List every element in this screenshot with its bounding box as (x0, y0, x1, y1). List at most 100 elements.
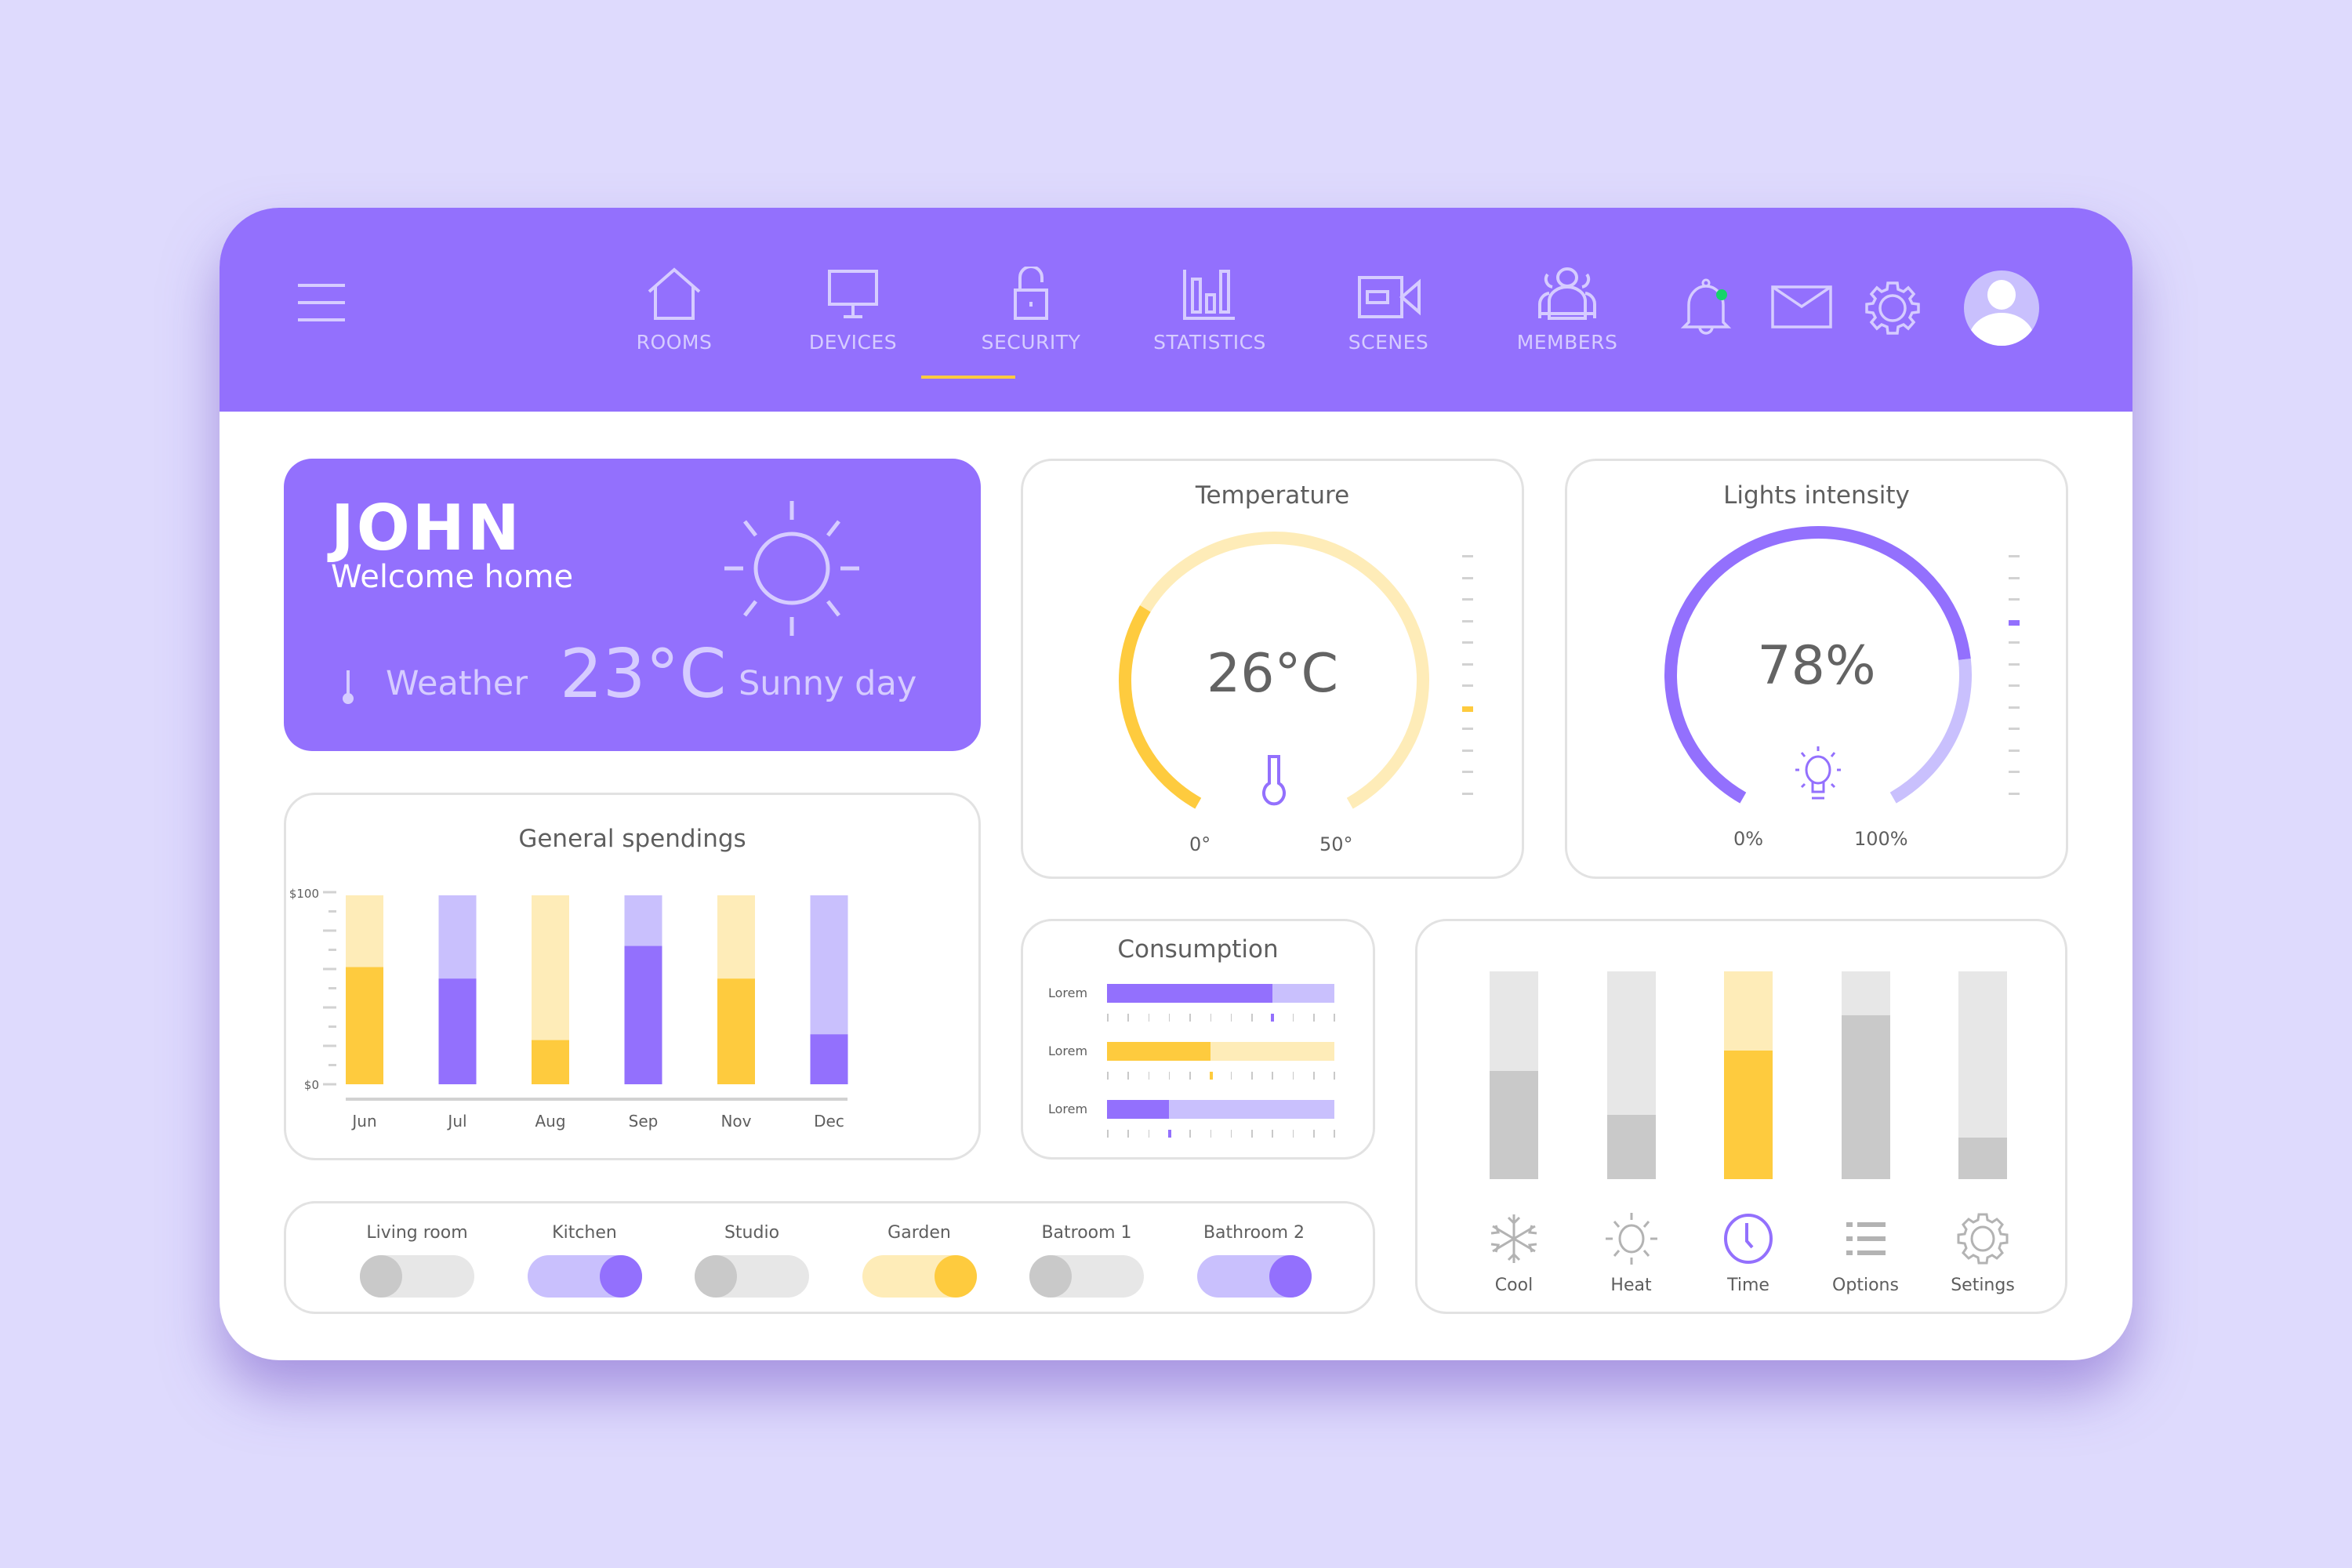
scale-tick (1462, 749, 1473, 752)
consumption-bar[interactable] (1107, 1100, 1334, 1119)
nav-label: SECURITY (981, 331, 1081, 354)
control-label: Setings (1951, 1276, 2015, 1295)
y-tick-label: $0 (304, 1078, 319, 1092)
room-toggle-switch[interactable] (695, 1255, 809, 1298)
room-label: Garden (887, 1223, 951, 1243)
gear-icon[interactable] (1864, 280, 1921, 336)
gauge-max-label: 100% (1854, 828, 1908, 850)
bar-jun[interactable] (346, 967, 383, 1084)
nav-members[interactable]: MEMBERS (1501, 267, 1634, 376)
user-avatar-icon[interactable] (1964, 270, 2039, 346)
room-toggle-item: Batroom 1 (1024, 1223, 1149, 1298)
room-label: Bathroom 2 (1203, 1223, 1305, 1243)
x-tick-label: Sep (629, 1112, 659, 1131)
bell-icon[interactable] (1679, 277, 1734, 339)
consumption-tick (1189, 1072, 1191, 1080)
top-navigation-bar: ROOMS DEVICES SECURITY STATISTICS SCENES… (220, 208, 2132, 412)
monitor-icon (828, 270, 878, 318)
outdoor-temperature: 23°C (560, 635, 727, 713)
control-level-bar[interactable] (1490, 971, 1538, 1179)
consumption-tick (1210, 1014, 1211, 1022)
nav-security[interactable]: SECURITY (964, 267, 1098, 376)
scale-tick (1462, 792, 1473, 795)
consumption-bar[interactable] (1107, 984, 1334, 1003)
control-level-fill (1490, 1071, 1538, 1179)
control-level-bar[interactable] (1841, 971, 1890, 1179)
control-level-bar[interactable] (1724, 971, 1773, 1179)
home-icon (648, 267, 701, 320)
nav-devices[interactable]: DEVICES (786, 267, 920, 376)
control-level-bar[interactable] (1606, 971, 1656, 1179)
welcome-card: JOHN Welcome home Weather 23°C Sunny day (284, 459, 981, 751)
consumption-tick (1230, 1072, 1232, 1080)
gear-icon (1957, 1213, 2009, 1265)
temperature-scale[interactable] (1462, 555, 1478, 806)
control-options[interactable]: Options (1819, 1211, 1913, 1295)
nav-label: MEMBERS (1516, 331, 1618, 354)
scale-tick (2009, 792, 2020, 795)
bar-jul[interactable] (438, 978, 477, 1084)
scale-tick (1462, 684, 1473, 687)
control-setings[interactable]: Setings (1936, 1211, 2030, 1295)
spendings-chart: $100 $0 Jun Jul Aug Sep Nov Dec (289, 887, 848, 1131)
room-label: Kitchen (552, 1223, 617, 1243)
consumption-bar[interactable] (1107, 1042, 1334, 1061)
consumption-label: Lorem (1048, 985, 1088, 1000)
bar-dec[interactable] (810, 1034, 848, 1084)
user-name: JOHN (331, 492, 522, 564)
consumption-tick (1127, 1072, 1129, 1080)
room-label: Studio (724, 1223, 780, 1243)
bar-sep[interactable] (624, 946, 662, 1084)
control-time[interactable]: Time (1701, 1211, 1795, 1295)
room-toggle-switch[interactable] (527, 1255, 642, 1298)
lights-intensity-card: Lights intensity 78% 0% 100% (1565, 459, 2068, 879)
scale-tick-active (2009, 619, 2020, 626)
control-level-bar[interactable] (1958, 971, 2007, 1179)
consumption-tick (1189, 1014, 1191, 1022)
bar-aug[interactable] (532, 1040, 569, 1084)
y-tick (323, 1044, 336, 1047)
room-toggles-card: Living room Kitchen Studio Garden Batroom 1 B… (284, 1201, 1375, 1314)
room-toggle-item: Studio (689, 1223, 815, 1298)
consumption-tick (1189, 1130, 1191, 1138)
control-cool[interactable]: Cool (1467, 1211, 1561, 1295)
scale-tick (1462, 576, 1473, 579)
temperature-card: Temperature 26°C 0° 50° (1021, 459, 1524, 879)
nav-rooms[interactable]: ROOMS (608, 267, 741, 376)
consumption-tick (1272, 1130, 1273, 1138)
nav-scenes[interactable]: SCENES (1322, 267, 1455, 376)
y-tick (323, 891, 336, 894)
y-tick-label: $100 (289, 887, 319, 901)
control-heat[interactable]: Heat (1584, 1211, 1679, 1295)
scale-tick (2009, 576, 2020, 579)
scale-tick-active (1462, 706, 1473, 712)
control-level-fill (1841, 1014, 1890, 1179)
room-toggle-switch[interactable] (1029, 1255, 1144, 1298)
y-tick (323, 1006, 336, 1009)
y-tick (328, 1064, 336, 1066)
consumption-tick (1107, 1014, 1109, 1022)
card-title: Temperature (1195, 481, 1350, 510)
scale-tick (2009, 641, 2020, 644)
toggle-knob (1029, 1255, 1072, 1298)
lights-scale[interactable] (2009, 555, 2024, 806)
lightbulb-icon (1795, 746, 1841, 800)
room-toggle-switch[interactable] (1196, 1255, 1312, 1298)
consumption-tick (1107, 1130, 1109, 1138)
room-toggle-switch[interactable] (360, 1255, 474, 1298)
bar-nov[interactable] (717, 978, 755, 1084)
room-label: Living room (366, 1223, 468, 1243)
nav-label: DEVICES (808, 331, 898, 354)
nav-label: ROOMS (636, 331, 713, 354)
scale-tick (2009, 598, 2020, 601)
x-axis (346, 1098, 848, 1101)
nav-statistics[interactable]: STATISTICS (1143, 267, 1276, 376)
room-toggle-switch[interactable] (862, 1255, 977, 1298)
thermometer-icon (343, 670, 354, 704)
consumption-tick (1230, 1014, 1232, 1022)
hamburger-icon[interactable] (298, 282, 345, 321)
room-toggle-item: Garden (857, 1223, 982, 1298)
mail-icon[interactable] (1770, 285, 1833, 330)
consumption-label: Lorem (1048, 1044, 1088, 1058)
notification-dot (1716, 289, 1727, 300)
